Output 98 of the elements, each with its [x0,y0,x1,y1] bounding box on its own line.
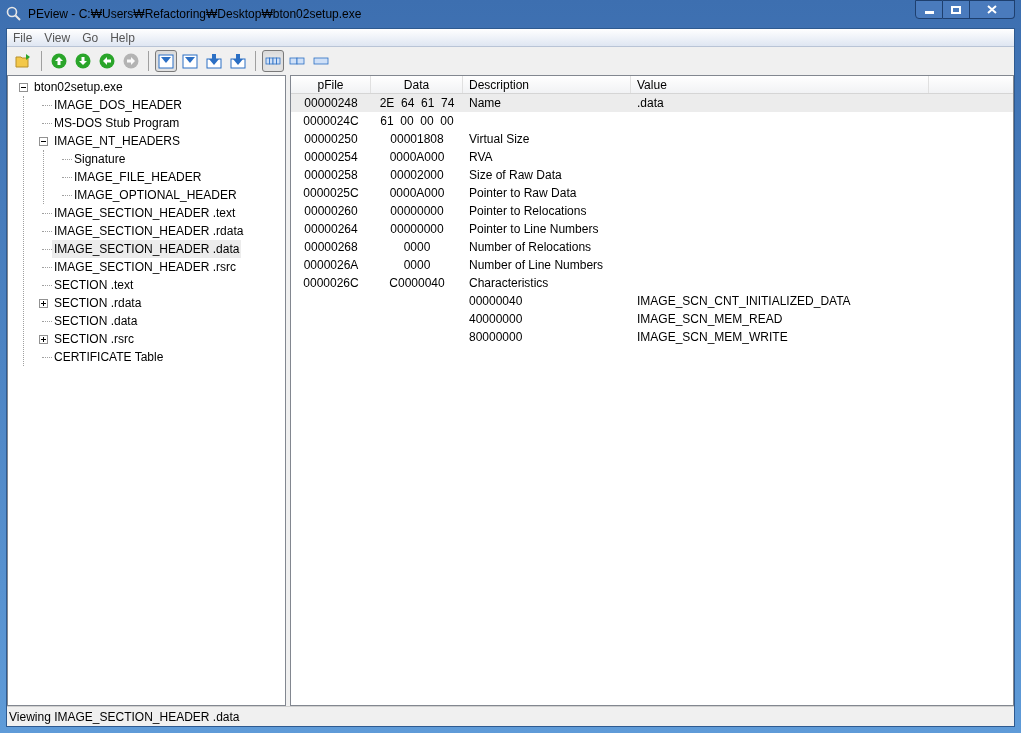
table-cell: Pointer to Raw Data [469,186,577,200]
down-arrow-icon [206,53,222,69]
collapse-icon[interactable] [38,136,48,146]
tree-item[interactable]: IMAGE_DOS_HEADER [52,96,185,114]
table-cell: 00000264 [304,222,358,236]
arrow-forward-icon [123,53,139,69]
expand-icon[interactable] [38,298,48,308]
menu-item[interactable]: View [38,28,77,47]
tree-item[interactable]: IMAGE_SECTION_HEADER .rsrc [52,258,239,276]
close-button[interactable] [970,0,1015,19]
tree-item[interactable]: IMAGE_NT_HEADERS [52,132,183,150]
table-cell: Number of Line Numbers [469,258,604,272]
table-cell: 00002000 [390,168,444,182]
table-cell: Size of Raw Data [469,168,562,182]
table-cell: 80000000 [469,330,523,344]
table-cell: 0000 [403,258,431,272]
table-row[interactable]: 00000250 00001808 Virtual Size [291,130,1013,148]
table-row[interactable]: 80000000 IMAGE_SCN_MEM_WRITE [291,328,1013,346]
table-cell: .data [637,96,664,110]
table-row[interactable]: 00000258 00002000 Size of Raw Data [291,166,1013,184]
column-header[interactable]: Data [371,76,463,93]
minimize-button[interactable] [915,0,943,19]
table-row[interactable]: 40000000 IMAGE_SCN_MEM_READ [291,310,1013,328]
maximize-icon [951,5,961,14]
tree-item[interactable]: IMAGE_SECTION_HEADER .text [52,204,238,222]
table-cell: RVA [469,150,493,164]
tree-item[interactable]: IMAGE_FILE_HEADER [72,168,204,186]
table-cell: IMAGE_SCN_CNT_INITIALIZED_DATA [637,294,851,308]
table-row[interactable]: 00000248 2E 64 61 74 Name .data [291,94,1013,112]
minimize-icon [924,11,934,14]
table-cell: 0000026C [303,276,359,290]
tree-item[interactable]: bton02setup.exe [32,78,125,96]
column-header[interactable]: Value [631,76,929,93]
table-row[interactable]: 0000026A 0000 Number of Line Numbers [291,256,1013,274]
table-row[interactable]: 00000260 00000000 Pointer to Relocations [291,202,1013,220]
table-row[interactable]: 0000026C C0000040 Characteristics [291,274,1013,292]
tree-item[interactable]: IMAGE_SECTION_HEADER .data [52,240,242,258]
tree-item[interactable]: IMAGE_OPTIONAL_HEADER [72,186,239,204]
table-row[interactable]: 0000025C 0000A000 Pointer to Raw Data [291,184,1013,202]
table-cell: 61 00 00 00 [380,114,454,128]
table-cell: Number of Relocations [469,240,592,254]
table-cell: Pointer to Relocations [469,204,587,218]
collapse-icon[interactable] [18,82,28,92]
table-cell: 00000040 [469,294,523,308]
table-cell: 0000A000 [389,186,445,200]
table-cell: 0000024C [303,114,359,128]
down-arrow-icon [230,53,246,69]
expand-icon[interactable] [38,334,48,344]
table-row[interactable]: 0000024C 61 00 00 00 [291,112,1013,130]
table-cell: Characteristics [469,276,549,290]
table-row[interactable]: 00000040 IMAGE_SCN_CNT_INITIALIZED_DATA [291,292,1013,310]
table-cell: 00000260 [304,204,358,218]
arrow-back-icon [99,53,115,69]
table-cell: 0000026A [303,258,359,272]
status-text: Viewing IMAGE_SECTION_HEADER .data [9,708,240,726]
table-cell: Pointer to Line Numbers [469,222,599,236]
table-cell: 2E 64 61 74 [379,96,455,110]
tree-item[interactable]: SECTION .rsrc [52,330,136,348]
table-cell: Name [469,96,501,110]
tree-item[interactable]: SECTION .text [52,276,136,294]
tree-item[interactable]: SECTION .rdata [52,294,144,312]
table-cell: IMAGE_SCN_MEM_WRITE [637,330,788,344]
toolbar-button[interactable] [155,50,177,72]
table-cell: IMAGE_SCN_MEM_READ [637,312,783,326]
table-cell: 00000000 [390,204,444,218]
menu-item[interactable]: Go [76,28,105,47]
table-cell: Virtual Size [469,132,530,146]
table-cell: 0000 [403,240,431,254]
table-cell: 00000268 [304,240,358,254]
column-header[interactable]: pFile [291,76,371,93]
table-cell: 40000000 [469,312,523,326]
column-header[interactable]: Description [463,76,631,93]
table-cell: 0000025C [303,186,359,200]
table-cell: C0000040 [389,276,445,290]
toolbar-button[interactable] [262,50,284,72]
menu-item[interactable]: File [7,28,39,47]
tree-item[interactable]: SECTION .data [52,312,140,330]
menu-item[interactable]: Help [104,28,141,47]
table-cell: 00000248 [304,96,358,110]
magnifier-icon [6,6,22,22]
window-title: PEview - C:₩Users₩Refactoring₩Desktop₩bton02setup.exe [28,6,362,23]
table-row[interactable]: 00000254 0000A000 RVA [291,148,1013,166]
table-cell: 00000258 [304,168,358,182]
maximize-button[interactable] [943,0,970,19]
arrow-up-icon [51,53,67,69]
tree-item[interactable]: IMAGE_SECTION_HEADER .rdata [52,222,246,240]
table-cell: 00000254 [304,150,358,164]
table-cell: 00000250 [304,132,358,146]
tree-item[interactable]: MS-DOS Stub Program [52,114,182,132]
tree-item[interactable]: CERTIFICATE Table [52,348,166,366]
table-cell: 0000A000 [389,150,445,164]
table-row[interactable]: 00000268 0000 Number of Relocations [291,238,1013,256]
close-icon [987,5,997,14]
arrow-down-icon [75,53,91,69]
tree-item[interactable]: Signature [72,150,128,168]
table-cell: 00001808 [390,132,444,146]
table-cell: 00000000 [390,222,444,236]
table-row[interactable]: 00000264 00000000 Pointer to Line Numbers [291,220,1013,238]
